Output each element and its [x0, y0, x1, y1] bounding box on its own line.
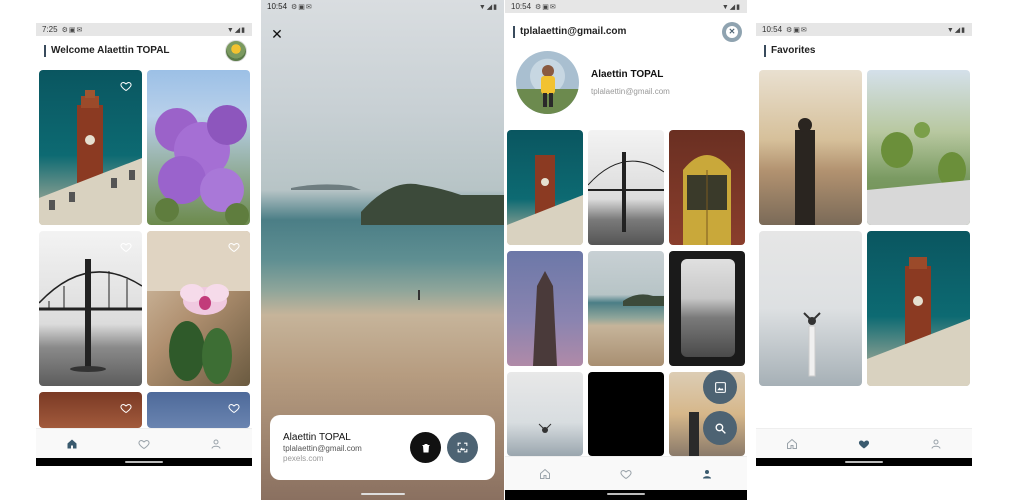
- photo-tile-lilac[interactable]: [147, 70, 250, 225]
- status-system-icons: ▼◢▮: [226, 26, 246, 34]
- image-icon: [714, 381, 726, 393]
- beach-image: [623, 294, 664, 306]
- status-time: 7:25: [42, 25, 58, 34]
- orchid-image: [147, 231, 250, 384]
- delete-button[interactable]: [410, 432, 441, 463]
- status-time: 10:54: [511, 2, 532, 11]
- set-wallpaper-button[interactable]: [447, 432, 478, 463]
- photo-tile-clock-tower[interactable]: [867, 231, 970, 386]
- window-view: [681, 259, 735, 357]
- dancer-image: [538, 423, 552, 433]
- lilac-image: [155, 105, 249, 225]
- photo-tile-cactus[interactable]: [867, 70, 970, 225]
- photo-tile-silhouette[interactable]: [759, 70, 862, 225]
- bridge-image: [39, 259, 142, 372]
- favorites-icon[interactable]: [137, 437, 151, 451]
- wallpaper-icon: [457, 442, 468, 453]
- gallery-button[interactable]: [703, 370, 737, 404]
- photo-tile-bridge[interactable]: [588, 130, 664, 245]
- photo-tile-dancer[interactable]: [507, 372, 583, 456]
- page-title: Favorites: [764, 45, 815, 57]
- home-icon[interactable]: [65, 437, 79, 451]
- home-screen: 7:25 ⚙▣✉ ▼◢▮ Welcome Alaettin TOPAL: [36, 23, 252, 467]
- trash-icon: [421, 443, 430, 452]
- photo-source: pexels.com: [283, 454, 324, 463]
- status-notification-icons: ⚙▣✉: [61, 26, 84, 34]
- gesture-bar: [756, 458, 972, 466]
- search-icon: [714, 422, 726, 434]
- photo-tile-door[interactable]: [669, 130, 745, 245]
- status-system-icons: ▼◢▮: [721, 3, 741, 11]
- clock-tower-image: [867, 257, 970, 386]
- profile-name: Alaettin TOPAL: [591, 69, 664, 80]
- profile-screen: 10:54 ⚙▣✉ ▼◢▮ tplalaettin@gmail.com ✕ Al…: [505, 0, 747, 500]
- photo-tile-sky[interactable]: [147, 392, 250, 428]
- bottom-nav: [505, 456, 747, 490]
- photo-tile-beach[interactable]: [588, 251, 664, 366]
- cactus-image: [867, 122, 970, 225]
- gesture-bar: [505, 490, 747, 500]
- home-icon[interactable]: [785, 437, 799, 451]
- status-notification-icons: ⚙▣✉: [535, 3, 557, 11]
- bottom-nav: [756, 428, 972, 458]
- heart-icon[interactable]: [120, 402, 132, 414]
- photo-tile-arch[interactable]: [39, 392, 142, 428]
- status-notification-icons: ⚙▣✉: [786, 26, 808, 34]
- status-system-icons: ▼◢▮: [946, 26, 966, 34]
- gesture-bar: [36, 458, 252, 466]
- dancer-image: [803, 312, 821, 377]
- photo-tile-orchid[interactable]: [147, 231, 250, 386]
- heart-icon[interactable]: [120, 80, 132, 92]
- door-image: [683, 155, 731, 245]
- author-name: Alaettin TOPAL: [283, 432, 351, 443]
- status-bar: 10:54 ⚙▣✉ ▼◢▮: [505, 0, 747, 13]
- status-bar: 7:25 ⚙▣✉ ▼◢▮: [36, 23, 252, 36]
- stage: 7:25 ⚙▣✉ ▼◢▮ Welcome Alaettin TOPAL 10:5…: [0, 0, 1024, 500]
- heart-icon[interactable]: [228, 402, 240, 414]
- clock-tower-image: [39, 90, 142, 225]
- status-bar: 10:54 ⚙▣✉ ▼◢▮: [756, 23, 972, 36]
- photo-tile-dancer[interactable]: [759, 231, 862, 386]
- header-email: tplalaettin@gmail.com: [513, 26, 626, 38]
- heart-icon[interactable]: [120, 241, 132, 253]
- heart-icon[interactable]: [228, 241, 240, 253]
- profile-avatar: [516, 51, 579, 114]
- profile-icon[interactable]: [209, 437, 223, 451]
- photo-tile-clock-tower[interactable]: [507, 130, 583, 245]
- photo-tile-black[interactable]: [588, 372, 664, 456]
- spire-image: [533, 271, 557, 366]
- silhouette-image: [795, 118, 815, 225]
- bottom-nav: [36, 428, 252, 458]
- gesture-pill: [361, 493, 405, 495]
- profile-email: tplalaettin@gmail.com: [591, 87, 670, 96]
- home-icon[interactable]: [538, 467, 552, 481]
- favorites-icon[interactable]: [857, 437, 871, 451]
- clock-tower-image: [507, 155, 583, 245]
- profile-icon[interactable]: [700, 467, 714, 481]
- search-button[interactable]: [703, 411, 737, 445]
- profile-icon[interactable]: [929, 437, 943, 451]
- logout-button[interactable]: ✕: [722, 22, 742, 42]
- photo-tile-clock-tower[interactable]: [39, 70, 142, 225]
- favorites-icon[interactable]: [619, 467, 633, 481]
- favorites-screen: 10:54 ⚙▣✉ ▼◢▮ Favorites: [756, 23, 972, 467]
- author-card: Alaettin TOPAL tplalaettin@gmail.com pex…: [270, 415, 495, 480]
- page-title: Welcome Alaettin TOPAL: [44, 45, 170, 57]
- photo-tile-bridge[interactable]: [39, 231, 142, 386]
- status-time: 10:54: [762, 25, 783, 34]
- bridge-image: [588, 152, 664, 232]
- photo-tile-window[interactable]: [669, 251, 745, 366]
- detail-screen: 10:54 ⚙▣✉ ▼◢▮ ✕ Alaettin TOPAL tplalaett…: [261, 0, 504, 500]
- close-icon: ✕: [726, 26, 738, 38]
- avatar[interactable]: [225, 40, 247, 62]
- photo-tile-spire[interactable]: [507, 251, 583, 366]
- author-email: tplalaettin@gmail.com: [283, 444, 362, 453]
- close-button[interactable]: ✕: [269, 26, 285, 42]
